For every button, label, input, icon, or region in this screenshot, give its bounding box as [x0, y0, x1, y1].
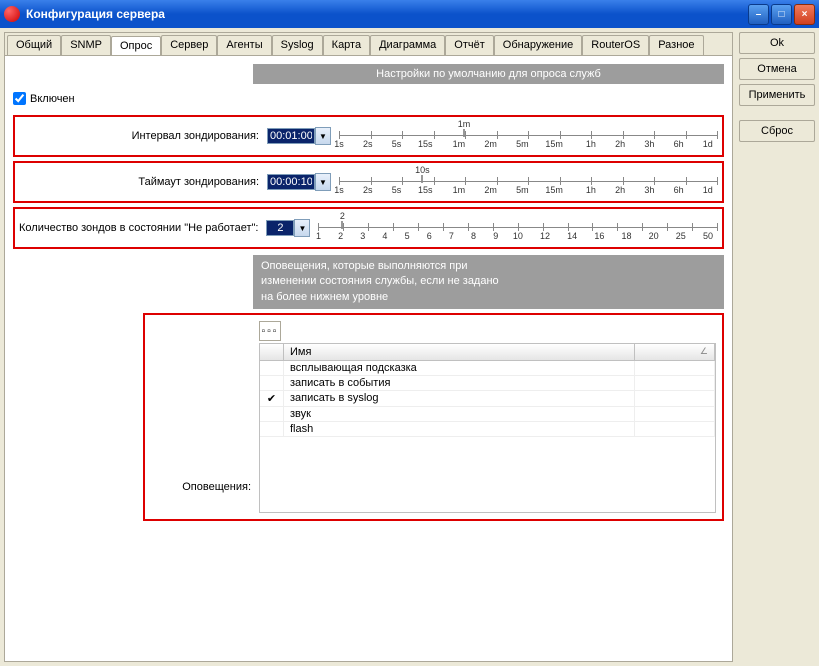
main-area: Общий SNMP Опрос Сервер Агенты Syslog Ка…	[4, 32, 733, 662]
timeout-slider[interactable]: 10s 1s2s5s15s1m2m5m15m1h2h3h6h1d	[339, 167, 718, 197]
down-count-dropdown[interactable]: ▼	[294, 219, 310, 237]
tab-map[interactable]: Карта	[323, 35, 370, 55]
down-count-tick-labels: 1234567891012141618202550	[318, 231, 718, 241]
alerts-toolbar-button[interactable]: ▫▫▫	[259, 321, 281, 341]
timeout-tick-labels: 1s2s5s15s1m2m5m15m1h2h3h6h1d	[339, 185, 718, 195]
row-name: записать в события	[284, 376, 635, 391]
alerts-row[interactable]: flash	[260, 422, 715, 437]
grid-head-name[interactable]: Имя	[284, 344, 635, 360]
window-body: Общий SNMP Опрос Сервер Агенты Syslog Ка…	[0, 28, 819, 666]
row-name: flash	[284, 422, 635, 437]
window-controls: – □ ×	[748, 4, 815, 25]
row-name: записать в syslog	[284, 391, 635, 407]
cancel-button[interactable]: Отмена	[739, 58, 815, 80]
interval-tick-labels: 1s2s5s15s1m2m5m15m1h2h3h6h1d	[339, 139, 718, 149]
tab-routeros[interactable]: RouterOS	[582, 35, 649, 55]
tab-snmp[interactable]: SNMP	[61, 35, 111, 55]
row-name: всплывающая подсказка	[284, 361, 635, 376]
down-count-input-group: ▼	[266, 219, 310, 237]
maximize-button[interactable]: □	[771, 4, 792, 25]
tabs: Общий SNMP Опрос Сервер Агенты Syslog Ка…	[5, 33, 732, 55]
timeout-input-group: ▼	[267, 173, 331, 191]
down-count-slider[interactable]: 2 1234567891012141618202550	[318, 213, 718, 243]
side-buttons: Ok Отмена Применить Сброс	[733, 32, 815, 662]
tab-server[interactable]: Сервер	[161, 35, 217, 55]
down-count-section: Количество зондов в состоянии "Не работа…	[13, 207, 724, 249]
apply-button[interactable]: Применить	[739, 84, 815, 106]
grid-head-sort[interactable]: ∠	[635, 344, 715, 360]
tab-diagram[interactable]: Диаграмма	[370, 35, 445, 55]
app-icon	[4, 6, 20, 22]
timeout-input[interactable]	[267, 174, 315, 190]
down-count-input[interactable]	[266, 220, 294, 236]
interval-slider-value: 1m	[458, 119, 471, 129]
enabled-row: Включен	[13, 92, 724, 105]
row-check[interactable]: ✔	[260, 391, 284, 407]
row-name: звук	[284, 407, 635, 422]
interval-dropdown[interactable]: ▼	[315, 127, 331, 145]
alerts-grid: Имя ∠ всплывающая подсказка записать в с…	[259, 343, 716, 513]
timeout-dropdown[interactable]: ▼	[315, 173, 331, 191]
reset-button[interactable]: Сброс	[739, 120, 815, 142]
interval-slider[interactable]: 1m 1s2s5s15s1m2m5m15m1h2h3h6h1d	[339, 121, 718, 151]
tab-discovery[interactable]: Обнаружение	[494, 35, 582, 55]
tab-misc[interactable]: Разное	[649, 35, 703, 55]
alerts-row[interactable]: ✔ записать в syslog	[260, 391, 715, 407]
tab-syslog[interactable]: Syslog	[272, 35, 323, 55]
alerts-row[interactable]: записать в события	[260, 376, 715, 391]
timeout-section: Таймаут зондирования: ▼ 10s 1s2s5s15s1m2…	[13, 161, 724, 203]
row-check[interactable]	[260, 361, 284, 376]
down-count-slider-value: 2	[340, 211, 345, 221]
row-check[interactable]	[260, 407, 284, 422]
ok-button[interactable]: Ok	[739, 32, 815, 54]
interval-label: Интервал зондирования:	[19, 130, 259, 142]
slider-ticks	[318, 223, 718, 231]
interval-input-group: ▼	[267, 127, 331, 145]
tab-report[interactable]: Отчёт	[445, 35, 493, 55]
alerts-banner: Оповещения, которые выполняются при изме…	[253, 255, 724, 309]
slider-ticks	[339, 131, 718, 139]
close-button[interactable]: ×	[794, 4, 815, 25]
interval-input[interactable]	[267, 128, 315, 144]
alerts-label: Оповещения:	[151, 321, 251, 513]
interval-section: Интервал зондирования: ▼ 1m 1s2s5s15s1m2…	[13, 115, 724, 157]
alerts-row[interactable]: всплывающая подсказка	[260, 361, 715, 376]
down-count-label: Количество зондов в состоянии "Не работа…	[19, 222, 258, 234]
grid-head-check[interactable]	[260, 344, 284, 360]
tab-general[interactable]: Общий	[7, 35, 61, 55]
tab-agents[interactable]: Агенты	[217, 35, 271, 55]
row-check[interactable]	[260, 376, 284, 391]
enabled-checkbox[interactable]	[13, 92, 26, 105]
alerts-row[interactable]: звук	[260, 407, 715, 422]
minimize-button[interactable]: –	[748, 4, 769, 25]
timeout-label: Таймаут зондирования:	[19, 176, 259, 188]
slider-ticks	[339, 177, 718, 185]
alerts-block: Оповещения: ▫▫▫ Имя ∠ всплывающая подска…	[143, 313, 724, 521]
row-check[interactable]	[260, 422, 284, 437]
tab-content: Настройки по умолчанию для опроса служб …	[5, 55, 732, 661]
enabled-label: Включен	[30, 93, 75, 105]
alerts-grid-head: Имя ∠	[260, 344, 715, 361]
timeout-slider-value: 10s	[415, 165, 430, 175]
window-title: Конфигурация сервера	[26, 7, 165, 21]
alerts-right: ▫▫▫ Имя ∠ всплывающая подсказка	[259, 321, 716, 513]
poll-defaults-banner: Настройки по умолчанию для опроса служб	[253, 64, 724, 84]
tab-poll[interactable]: Опрос	[111, 36, 161, 56]
titlebar: Конфигурация сервера – □ ×	[0, 0, 819, 28]
